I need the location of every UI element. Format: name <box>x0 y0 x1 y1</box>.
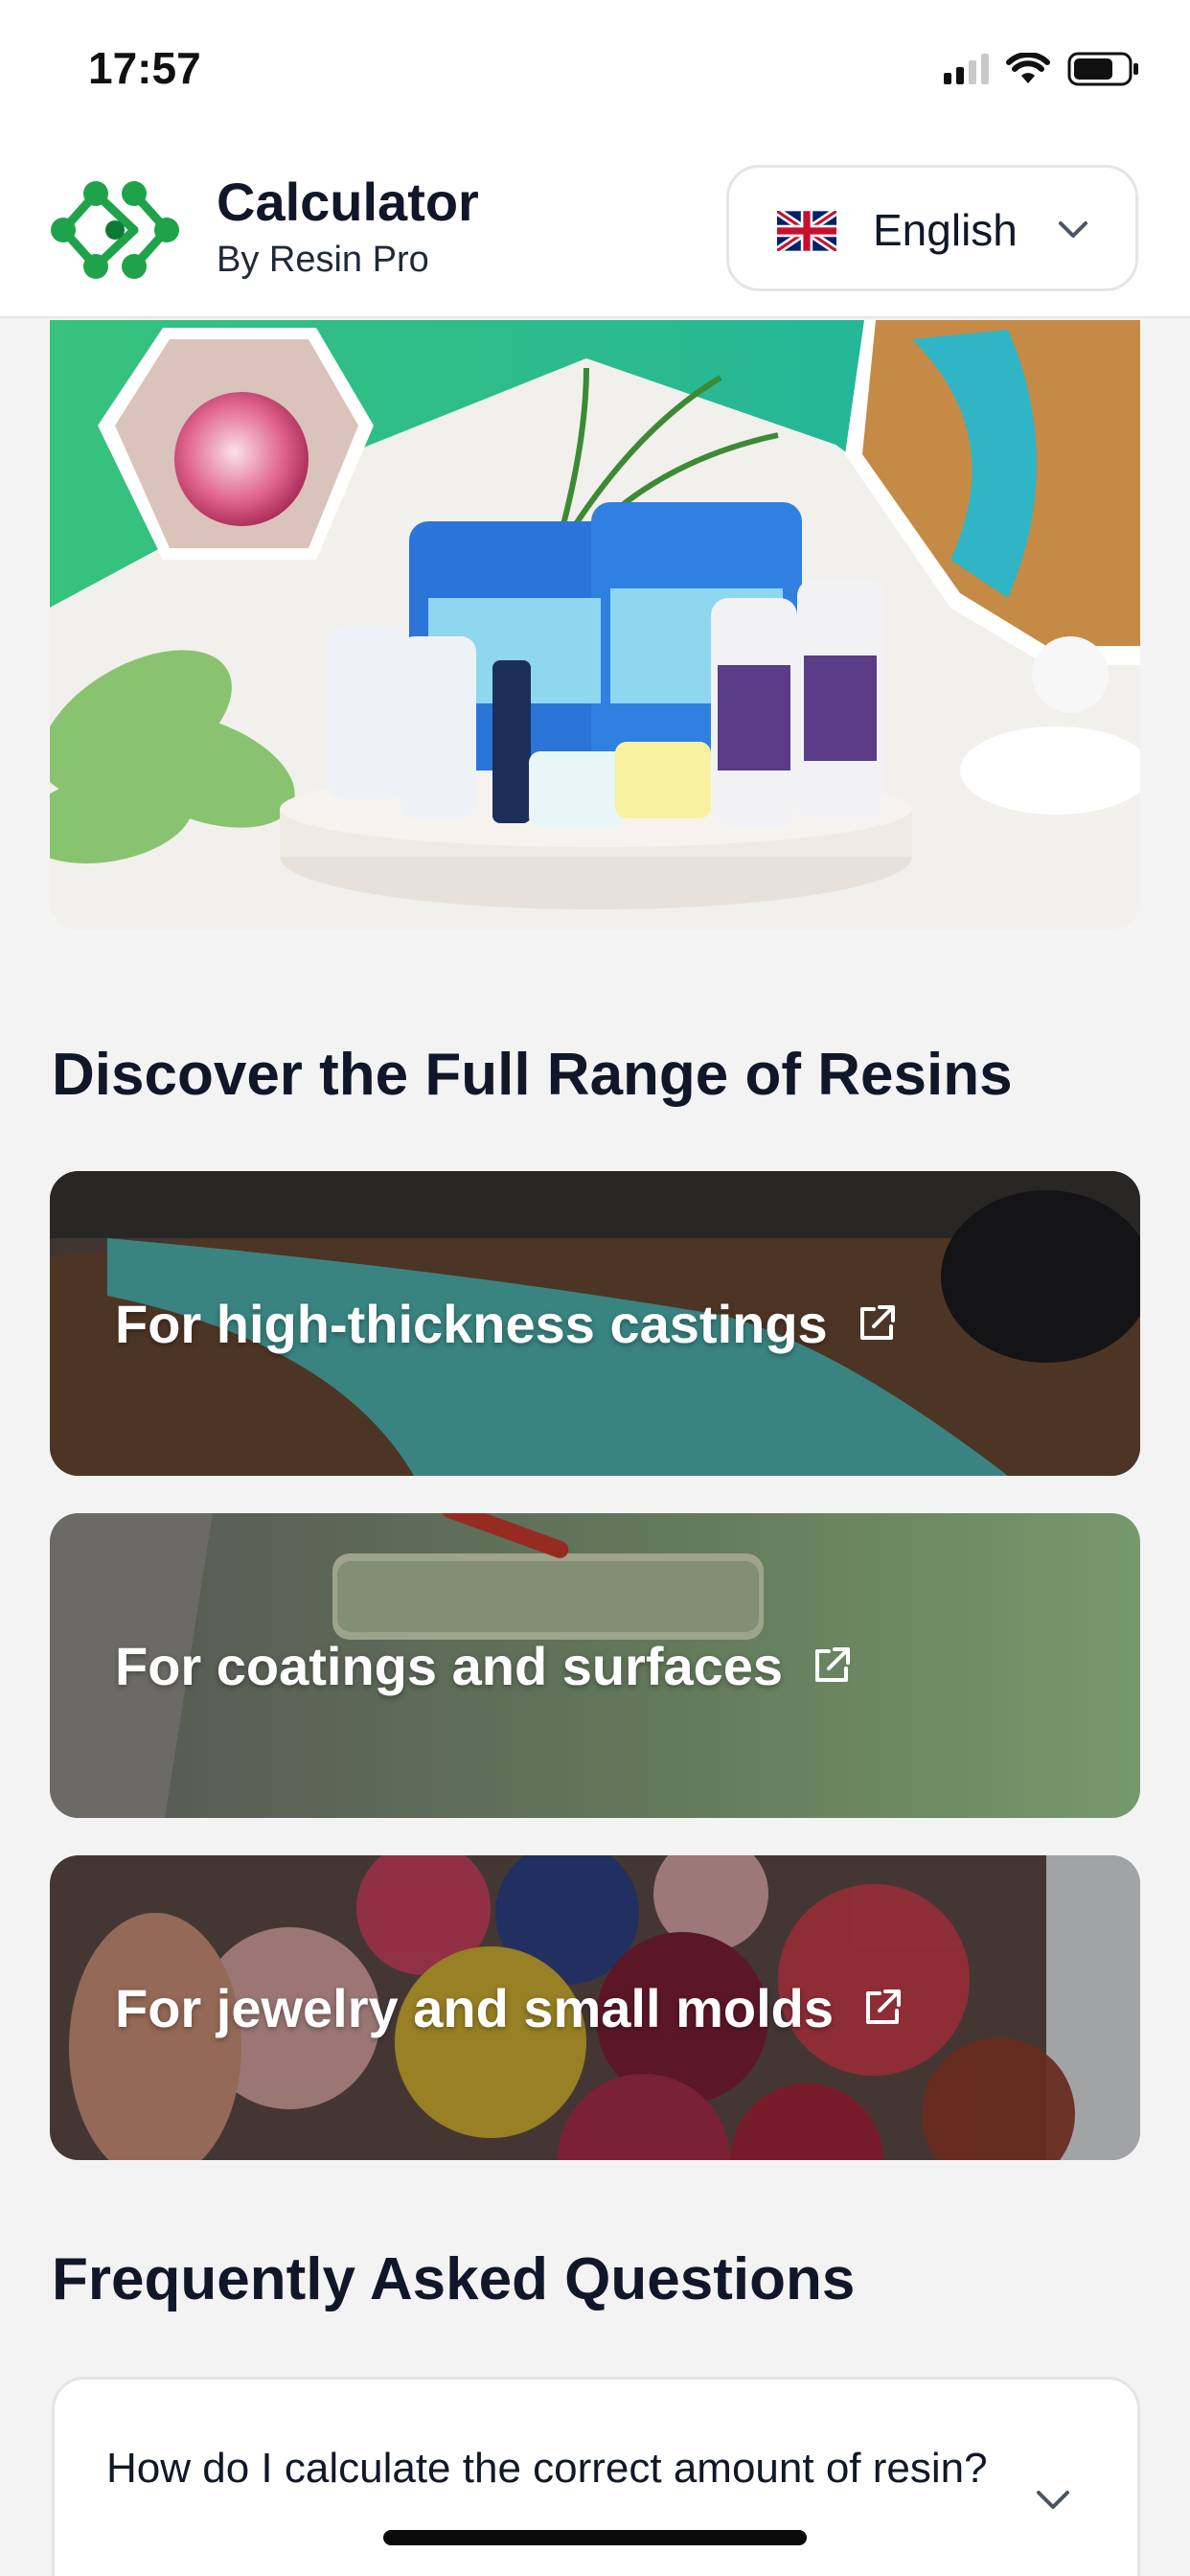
range-card-castings[interactable]: For high-thickness castings <box>50 1171 1140 1476</box>
faq-question: How do I calculate the correct amount of… <box>106 2445 988 2492</box>
hero-banner-image <box>50 320 1140 930</box>
resin-products-illustration <box>50 320 1140 930</box>
status-time: 17:57 <box>88 43 201 93</box>
chevron-down-icon <box>1059 221 1087 238</box>
status-bar: 17:57 <box>0 0 1190 144</box>
app-subtitle: By Resin Pro <box>217 240 429 280</box>
status-icons <box>944 52 1140 86</box>
external-link-icon <box>866 1990 902 2024</box>
range-section-title: Discover the Full Range of Resins <box>52 1042 1013 1108</box>
wifi-icon <box>1006 53 1050 83</box>
castings-label-wrap: For high-thickness castings <box>115 1171 899 1476</box>
faq-item[interactable]: How do I calculate the correct amount of… <box>52 2377 1140 2576</box>
castings-card-label: For high-thickness castings <box>115 1293 828 1354</box>
cellular-signal-icon <box>944 54 989 84</box>
faq-section-title: Frequently Asked Questions <box>52 2246 856 2312</box>
language-selector[interactable]: English <box>726 165 1138 291</box>
external-link-icon <box>859 1305 895 1340</box>
app-title: Calculator <box>217 172 479 232</box>
jewelry-card-label: For jewelry and small molds <box>115 1977 835 2038</box>
range-card-coatings[interactable]: For coatings and surfaces <box>50 1513 1140 1818</box>
coatings-label-wrap: For coatings and surfaces <box>115 1513 854 1818</box>
uk-flag-icon <box>777 211 836 251</box>
language-label: English <box>873 205 1018 255</box>
external-link-icon <box>815 1647 851 1682</box>
app-screen: 17:57 Calculator By Resin Pro English Di… <box>0 0 1190 2576</box>
battery-icon <box>1067 52 1138 86</box>
range-card-jewelry[interactable]: For jewelry and small molds <box>50 1855 1140 2160</box>
home-indicator[interactable] <box>383 2530 807 2545</box>
chevron-down-icon <box>1037 2491 1069 2509</box>
resin-pro-logo-icon <box>51 181 179 279</box>
app-header: Calculator By Resin Pro English <box>0 144 1190 318</box>
jewelry-label-wrap: For jewelry and small molds <box>115 1855 904 2160</box>
coatings-card-label: For coatings and surfaces <box>115 1635 784 1696</box>
